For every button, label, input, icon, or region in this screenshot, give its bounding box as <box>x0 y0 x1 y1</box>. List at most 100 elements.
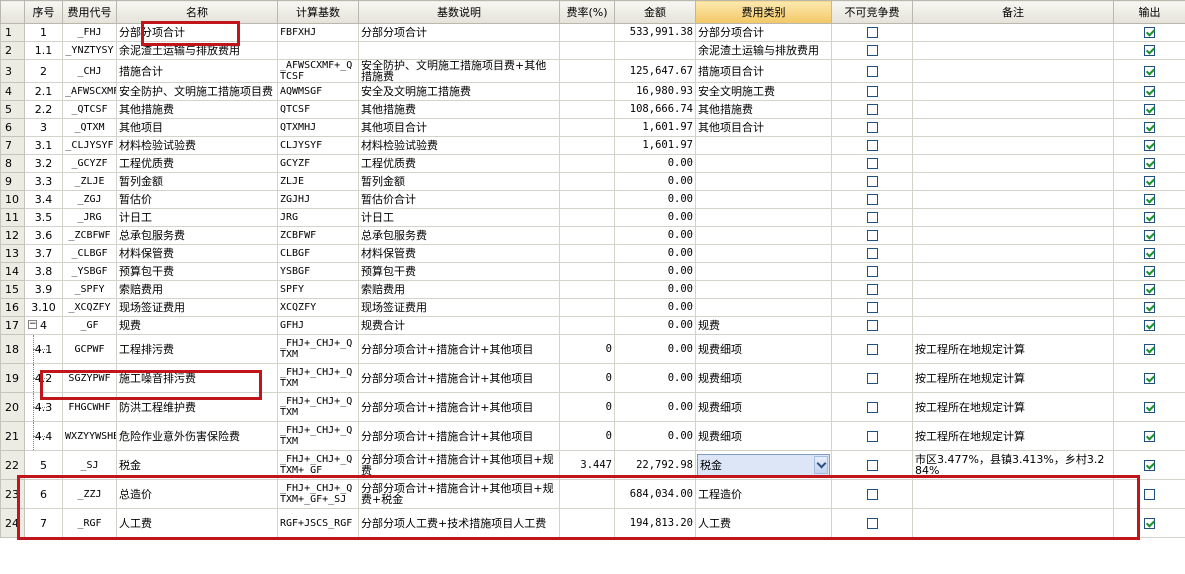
category-cell[interactable] <box>695 172 832 191</box>
output-checkbox[interactable] <box>1144 104 1155 116</box>
row-index[interactable]: 2 <box>0 41 25 60</box>
rate-cell[interactable] <box>559 316 615 335</box>
noncompetitive-checkbox[interactable] <box>866 65 878 77</box>
row-index[interactable]: 24 <box>0 508 25 538</box>
header-remark[interactable]: 备注 <box>912 0 1114 24</box>
remark-cell[interactable] <box>912 244 1114 263</box>
seq-cell[interactable]: 2 <box>24 59 63 83</box>
base-cell[interactable]: _FHJ+_CHJ+_QTXM <box>277 421 359 451</box>
code-cell[interactable]: _JRG <box>62 208 117 227</box>
noncompetitive-cell[interactable] <box>831 136 913 155</box>
category-cell[interactable] <box>695 154 832 173</box>
noncompetitive-checkbox[interactable] <box>866 430 878 442</box>
seq-cell[interactable]: 3.2 <box>24 154 63 173</box>
noncompetitive-cell[interactable] <box>831 280 913 299</box>
row-index[interactable]: 11 <box>0 208 25 227</box>
output-cell[interactable] <box>1113 450 1185 480</box>
noncompetitive-cell[interactable] <box>831 508 913 538</box>
noncompetitive-checkbox[interactable] <box>866 284 878 296</box>
rate-cell[interactable]: 0 <box>559 334 615 364</box>
name-cell[interactable]: 危险作业意外伤害保险费 <box>116 421 278 451</box>
remark-cell[interactable] <box>912 298 1114 317</box>
amount-cell[interactable]: 0.00 <box>614 154 696 173</box>
name-cell[interactable]: 其他项目 <box>116 118 278 137</box>
seq-cell[interactable]: 3 <box>24 118 63 137</box>
code-cell[interactable]: SGZYPWF <box>62 363 117 393</box>
seq-cell[interactable]: 4.2 <box>24 363 63 393</box>
table-row[interactable]: 19 4.2 SGZYPWF 施工噪音排污费 _FHJ+_CHJ+_QTXM 分部分项合计… <box>0 363 1185 393</box>
output-cell[interactable] <box>1113 508 1185 538</box>
remark-cell[interactable] <box>912 280 1114 299</box>
rate-cell[interactable] <box>559 226 615 245</box>
base-cell[interactable]: XCQZFY <box>277 298 359 317</box>
output-cell[interactable] <box>1113 172 1185 191</box>
amount-cell[interactable]: 0.00 <box>614 334 696 364</box>
row-index[interactable]: 5 <box>0 100 25 119</box>
noncompetitive-cell[interactable] <box>831 244 913 263</box>
base-cell[interactable]: CLJYSYF <box>277 136 359 155</box>
noncompetitive-cell[interactable] <box>831 154 913 173</box>
amount-cell[interactable]: 108,666.74 <box>614 100 696 119</box>
code-cell[interactable]: _ZZJ <box>62 479 117 509</box>
row-index[interactable]: 15 <box>0 280 25 299</box>
code-cell[interactable]: GCPWF <box>62 334 117 364</box>
desc-cell[interactable]: 索赔费用 <box>358 280 560 299</box>
amount-cell[interactable]: 1,601.97 <box>614 136 696 155</box>
desc-cell[interactable]: 分部分项合计+措施合计+其他项目 <box>358 363 560 393</box>
category-cell[interactable]: 其他项目合计 <box>695 118 832 137</box>
desc-cell[interactable]: 分部分项合计+措施合计+其他项目 <box>358 334 560 364</box>
output-cell[interactable] <box>1113 244 1185 263</box>
code-cell[interactable]: _AFWSCXMF <box>62 82 117 101</box>
output-checkbox[interactable] <box>1144 86 1155 98</box>
output-cell[interactable] <box>1113 392 1185 422</box>
desc-cell[interactable]: 暂列金额 <box>358 172 560 191</box>
rate-cell[interactable] <box>559 82 615 101</box>
noncompetitive-checkbox[interactable] <box>866 176 878 188</box>
category-cell[interactable] <box>695 298 832 317</box>
rate-cell[interactable]: 3.447 <box>559 450 615 480</box>
name-cell[interactable]: 其他措施费 <box>116 100 278 119</box>
amount-cell[interactable]: 0.00 <box>614 172 696 191</box>
table-row[interactable]: 22 5 _SJ 税金 _FHJ+_CHJ+_QTXM+_GF 分部分项合计+措施合计+其… <box>0 450 1185 480</box>
base-cell[interactable]: YSBGF <box>277 262 359 281</box>
seq-cell[interactable]: 6 <box>24 479 63 509</box>
output-checkbox[interactable] <box>1144 230 1155 242</box>
noncompetitive-cell[interactable] <box>831 334 913 364</box>
header-seq[interactable]: 序号 <box>24 0 63 24</box>
table-row[interactable]: 7 3.1 _CLJYSYF 材料检验试验费 CLJYSYF 材料检验试验费 1,601.9… <box>0 136 1185 155</box>
noncompetitive-cell[interactable] <box>831 172 913 191</box>
desc-cell[interactable]: 计日工 <box>358 208 560 227</box>
rate-cell[interactable] <box>559 508 615 538</box>
noncompetitive-checkbox[interactable] <box>866 517 878 529</box>
output-cell[interactable] <box>1113 118 1185 137</box>
seq-cell[interactable]: 3.8 <box>24 262 63 281</box>
code-cell[interactable]: _GCYZF <box>62 154 117 173</box>
noncompetitive-cell[interactable] <box>831 100 913 119</box>
noncompetitive-cell[interactable] <box>831 82 913 101</box>
table-row[interactable]: 5 2.2 _QTCSF 其他措施费 QTCSF 其他措施费 108,666.74 其他措施费 <box>0 100 1185 119</box>
header-code[interactable]: 费用代号 <box>62 0 117 24</box>
category-cell[interactable]: 人工费 <box>695 508 832 538</box>
name-cell[interactable]: 材料保管费 <box>116 244 278 263</box>
code-cell[interactable]: WXZYYWSHBXF <box>62 421 117 451</box>
code-cell[interactable]: _GF <box>62 316 117 335</box>
base-cell[interactable]: _FHJ+_CHJ+_QTXM+_GF+_SJ <box>277 479 359 509</box>
output-checkbox[interactable] <box>1144 194 1155 206</box>
remark-cell[interactable]: 市区3.477%，县镇3.413%，乡村3.284% <box>912 450 1114 480</box>
noncompetitive-cell[interactable] <box>831 421 913 451</box>
chevron-down-icon[interactable] <box>814 456 828 474</box>
code-cell[interactable]: _ZLJE <box>62 172 117 191</box>
output-cell[interactable] <box>1113 154 1185 173</box>
output-checkbox[interactable] <box>1144 372 1155 384</box>
header-output[interactable]: 输出 <box>1113 0 1185 24</box>
output-cell[interactable] <box>1113 226 1185 245</box>
output-cell[interactable] <box>1113 82 1185 101</box>
name-cell[interactable]: 余泥渣土运输与排放费用 <box>116 41 278 60</box>
code-cell[interactable]: _QTCSF <box>62 100 117 119</box>
table-row[interactable]: 24 7 _RGF 人工费 RGF+JSCS_RGF 分部分项人工费+技术措施项目人工费 1… <box>0 508 1185 538</box>
output-checkbox[interactable] <box>1144 517 1155 529</box>
name-cell[interactable]: 总造价 <box>116 479 278 509</box>
noncompetitive-cell[interactable] <box>831 23 913 42</box>
row-index[interactable]: 18 <box>0 334 25 364</box>
category-cell[interactable] <box>695 280 832 299</box>
